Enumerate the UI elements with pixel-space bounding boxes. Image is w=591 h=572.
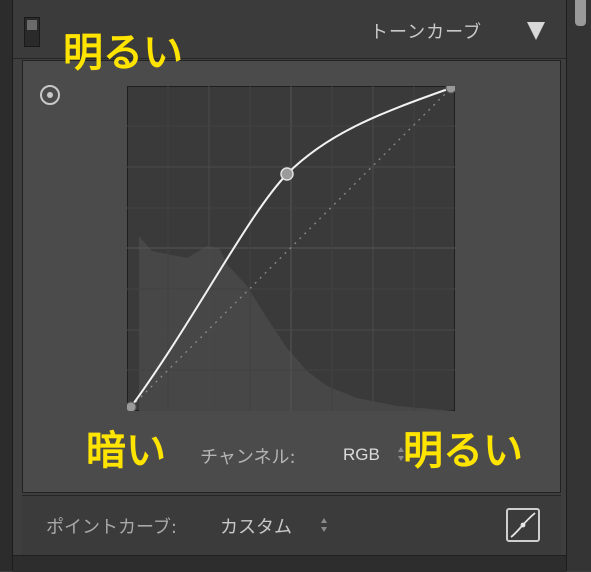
curve-point-shadows[interactable] (127, 401, 137, 411)
left-panel-edge (0, 0, 13, 571)
curve-edit-icon (510, 512, 536, 538)
channel-updown-icon[interactable] (397, 444, 405, 464)
point-curve-select[interactable]: カスタム (220, 513, 292, 539)
next-panel-edge (13, 555, 566, 572)
annotation-bright-bottom: 明るい (403, 428, 523, 474)
scrollbar-thumb[interactable] (575, 0, 586, 26)
panel-title: トーンカーブ (370, 22, 483, 43)
scrollbar-track[interactable] (566, 0, 591, 571)
channel-label: チャンネル: (200, 447, 296, 468)
target-adjustment-icon[interactable] (40, 85, 60, 105)
point-curve-updown-icon[interactable] (320, 515, 328, 535)
annotation-dark-bottom: 暗い (86, 428, 166, 474)
point-curve-label: ポイントカーブ: (46, 517, 177, 538)
curve-point-highlights[interactable] (445, 86, 455, 94)
collapse-triangle-icon[interactable] (527, 22, 545, 40)
channel-select[interactable]: RGB (343, 445, 380, 465)
panel-enable-toggle[interactable] (24, 17, 40, 47)
tone-curve-graph[interactable] (127, 86, 455, 411)
curve-point-mid[interactable] (280, 167, 294, 181)
annotation-bright-top: 明るい (63, 30, 183, 76)
edit-point-curve-button[interactable] (506, 508, 540, 542)
